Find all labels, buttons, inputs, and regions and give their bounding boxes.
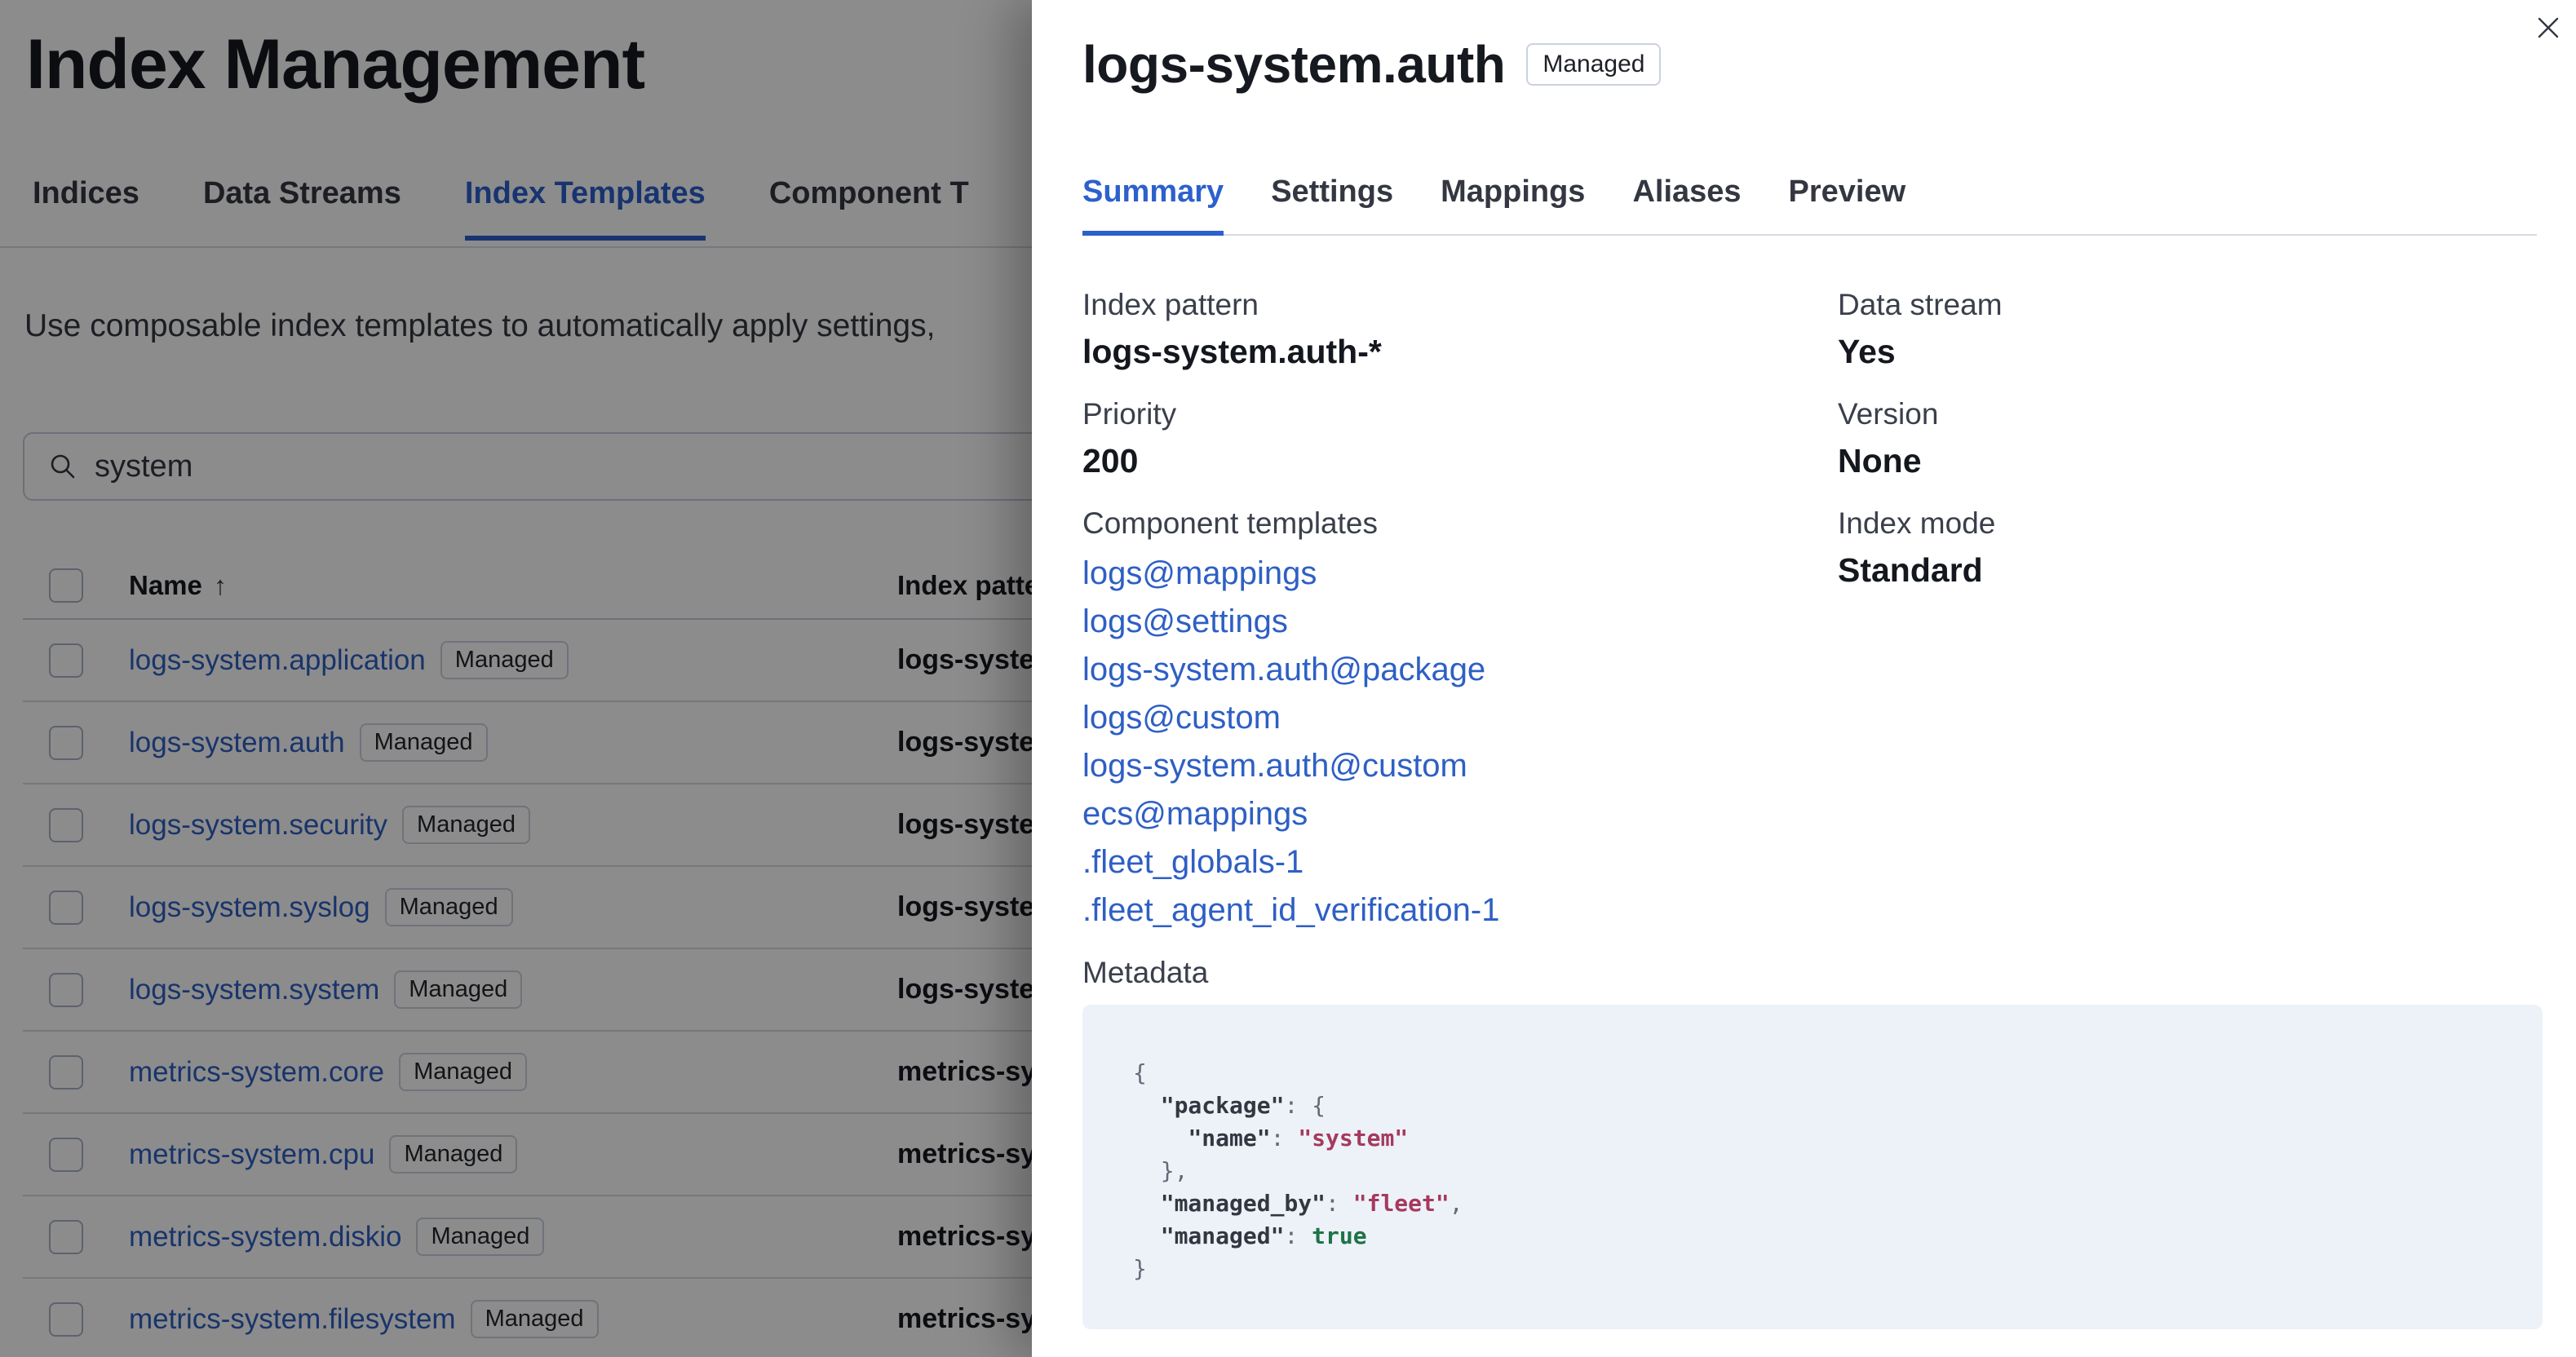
managed-badge: Managed [1526, 43, 1662, 86]
component-template-link[interactable]: logs@mappings [1082, 550, 1838, 598]
flyout-title: logs-system.auth [1082, 35, 1506, 94]
close-button[interactable] [2529, 8, 2568, 47]
metadata-label: Metadata [1082, 956, 1209, 989]
component-template-link[interactable]: logs-system.auth@custom [1082, 742, 1838, 790]
summary-value: 200 [1082, 442, 1139, 480]
component-template-link[interactable]: logs@settings [1082, 598, 1838, 646]
summary-value: Standard [1838, 551, 1983, 589]
summary-grid: Index pattern logs-system.auth-* Priority 2… [1082, 287, 2537, 935]
summary-label: Index pattern [1082, 288, 1259, 321]
component-template-link[interactable]: .fleet_globals-1 [1082, 838, 1838, 886]
template-details-flyout: logs-system.auth Managed Summary Settings… [1032, 0, 2576, 1357]
code-line: }, [1133, 1157, 1188, 1184]
screen: Index Management Indices Data Streams Inde… [0, 0, 2576, 1357]
metadata-code-block: { "package": { "name": "system" }, "mana… [1082, 1005, 2543, 1329]
close-icon [2537, 16, 2560, 39]
flyout-tab-preview[interactable]: Preview [1789, 175, 1906, 236]
component-template-link[interactable]: ecs@mappings [1082, 790, 1838, 838]
code-line: } [1133, 1255, 1147, 1282]
summary-left-column: Index pattern logs-system.auth-* Priority 2… [1082, 287, 1838, 935]
flyout-tabs: Summary Settings Mappings Aliases Preview [1082, 175, 2537, 236]
summary-label: Priority [1082, 397, 1177, 431]
flyout-header: logs-system.auth Managed [1082, 34, 1662, 95]
flyout-tab-aliases[interactable]: Aliases [1632, 175, 1741, 236]
code-line: "name": "system" [1188, 1125, 1409, 1151]
flyout-tab-summary[interactable]: Summary [1082, 175, 1224, 236]
summary-right-column: Data stream Yes Version None Index mode Stand… [1838, 287, 2537, 615]
flyout-tab-settings[interactable]: Settings [1271, 175, 1393, 236]
component-template-link[interactable]: logs@custom [1082, 694, 1838, 742]
code-line: "managed": true [1160, 1222, 1367, 1249]
code-line: "package": { [1160, 1092, 1326, 1119]
summary-label: Data stream [1838, 288, 2003, 321]
summary-value: None [1838, 442, 1922, 480]
summary-label: Component templates [1082, 506, 1378, 540]
component-template-links: logs@mappings logs@settings logs-system.au… [1082, 550, 1838, 935]
code-line: { [1133, 1059, 1147, 1086]
component-template-link[interactable]: .fleet_agent_id_verification-1 [1082, 886, 1838, 935]
summary-value: Yes [1838, 333, 1896, 370]
code-line: "managed_by": "fleet", [1160, 1190, 1463, 1217]
component-template-link[interactable]: logs-system.auth@package [1082, 646, 1838, 694]
summary-label: Version [1838, 397, 1939, 431]
summary-label: Index mode [1838, 506, 1996, 540]
summary-value: logs-system.auth-* [1082, 333, 1382, 370]
flyout-tab-mappings[interactable]: Mappings [1441, 175, 1585, 236]
